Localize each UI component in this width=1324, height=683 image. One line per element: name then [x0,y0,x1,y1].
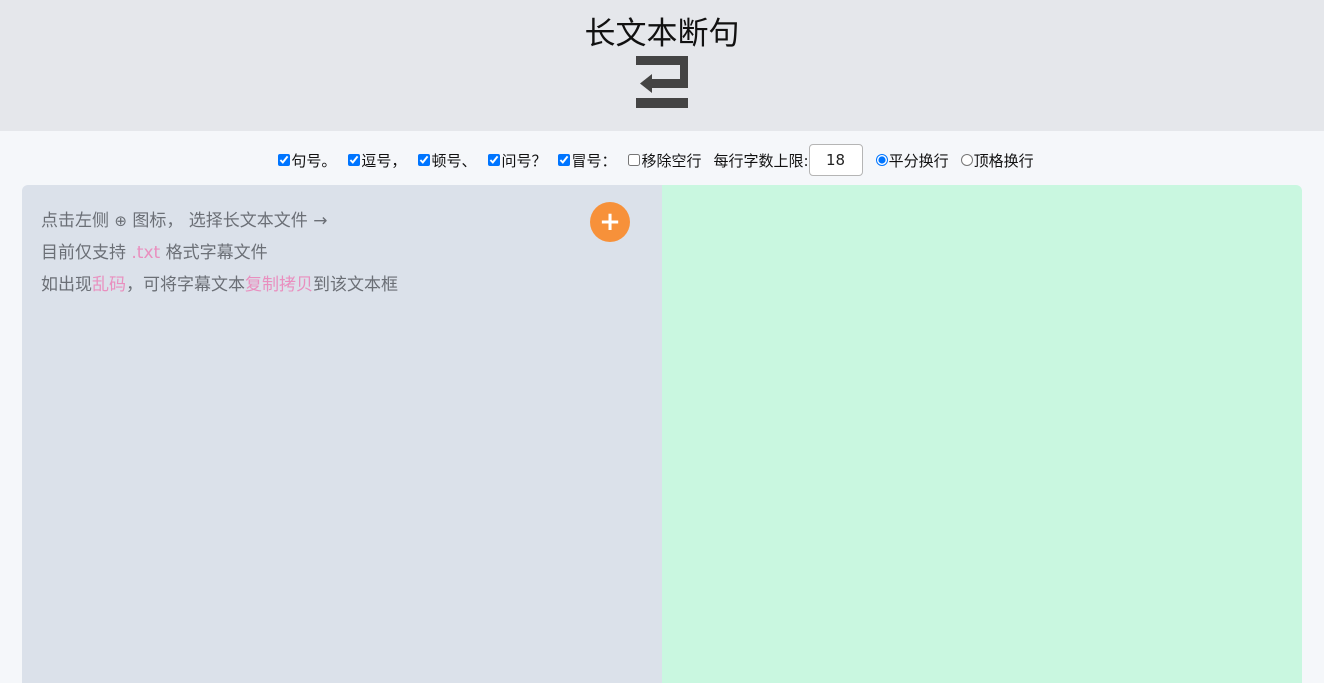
limit-group: 每行字数上限: [714,144,864,176]
add-file-button[interactable]: + [590,202,630,242]
option-pause[interactable]: 顿号、 [418,150,476,171]
hint-ext: .txt [131,243,161,263]
hint-line-1: 点击左侧 ⊕ 图标， 选择长文本文件 → [41,205,398,237]
options-bar: 句号。 逗号， 顿号、 问号？ 冒号： 移除空行 每行字数上限: 平分换行 顶格… [0,143,1324,177]
comma-label: 逗号， [361,151,407,170]
option-comma[interactable]: 逗号， [348,150,406,171]
remove-empty-label: 移除空行 [641,151,702,170]
comma-checkbox[interactable] [348,154,361,166]
option-remove-empty[interactable]: 移除空行 [628,150,702,171]
remove-empty-checkbox[interactable] [628,154,641,166]
period-checkbox[interactable] [278,154,291,166]
split-even-radio[interactable] [875,154,888,166]
hint-line-3: 如出现乱码，可将字幕文本复制拷贝到该文本框 [41,269,398,301]
hint-text-part: 目前仅支持 [41,243,126,263]
split-top-label: 顶格换行 [973,151,1034,170]
hint-garbled: 乱码 [92,275,126,295]
pause-checkbox[interactable] [418,154,431,166]
header: 长文本断句 [0,0,1324,131]
hint-copy: 复制拷贝 [245,275,313,295]
hint-text-part: 点击左侧 [41,211,109,231]
wrap-text-icon [636,56,688,108]
hint-text-part: 到该文本框 [313,275,398,295]
option-split-even[interactable]: 平分换行 [875,150,949,171]
period-label: 句号。 [291,151,337,170]
limit-label: 每行字数上限: [713,151,809,170]
pause-label: 顿号、 [431,151,477,170]
hint-text-part: ，可将字幕文本 [126,275,245,295]
hint-text-part: 图标， 选择长文本文件 [132,211,308,231]
option-question[interactable]: 问号？ [488,150,546,171]
input-textarea[interactable]: 点击左侧 ⊕ 图标， 选择长文本文件 → 目前仅支持 .txt 格式字幕文件 如… [22,185,662,683]
question-label: 问号？ [501,151,547,170]
add-circle-icon: ⊕ [114,212,127,230]
colon-checkbox[interactable] [558,154,571,166]
option-colon[interactable]: 冒号： [558,150,616,171]
split-top-radio[interactable] [960,154,973,166]
hint-text: 点击左侧 ⊕ 图标， 选择长文本文件 → 目前仅支持 .txt 格式字幕文件 如… [41,205,398,301]
output-textarea[interactable] [662,185,1302,683]
limit-input[interactable] [808,144,863,176]
option-split-top[interactable]: 顶格换行 [960,150,1034,171]
hint-text-part: 格式字幕文件 [165,243,268,263]
hint-text-part: 如出现 [41,275,92,295]
question-checkbox[interactable] [488,154,501,166]
split-even-label: 平分换行 [888,151,949,170]
hint-line-2: 目前仅支持 .txt 格式字幕文件 [41,237,398,269]
page-title: 长文本断句 [584,16,740,52]
arrow-right-icon: → [313,211,328,231]
colon-label: 冒号： [571,151,617,170]
option-period[interactable]: 句号。 [278,150,336,171]
